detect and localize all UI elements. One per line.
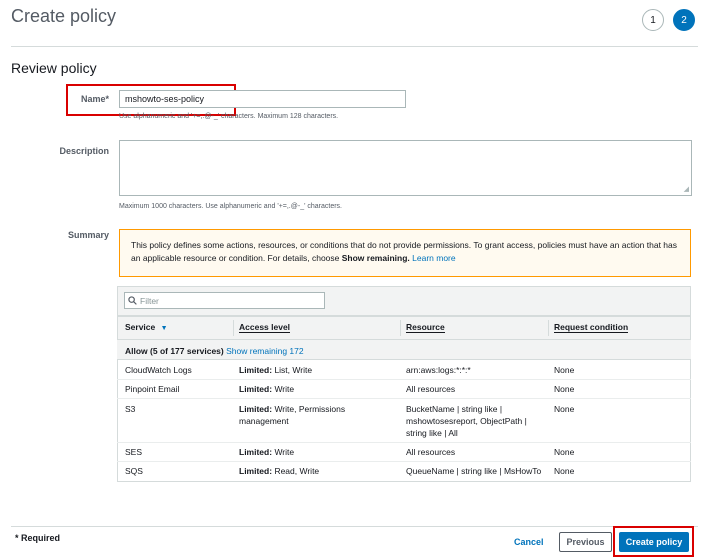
- description-label: Description: [59, 146, 109, 156]
- row-divider: [117, 442, 691, 443]
- section-title: Review policy: [11, 60, 97, 76]
- warning-notice: This policy defines some actions, resour…: [119, 229, 691, 277]
- step-1-indicator: 1: [642, 9, 664, 31]
- allow-group-label: Allow (5 of 177 services) Show remaining…: [125, 346, 304, 356]
- column-header-request-condition[interactable]: Request condition: [554, 322, 629, 333]
- name-hint: Use alphanumeric and '+=,.@-_' character…: [119, 113, 339, 120]
- condition-cell: None: [554, 365, 575, 375]
- column-header-service[interactable]: Service ▼: [125, 322, 168, 332]
- search-icon: [128, 296, 137, 305]
- filter-input[interactable]: Filter: [124, 292, 325, 309]
- resource-cell: BucketName | string like | mshowtosesrep…: [406, 404, 527, 438]
- service-link-s3[interactable]: S3: [125, 403, 135, 415]
- column-separator: [400, 320, 401, 336]
- filter-placeholder: Filter: [140, 295, 159, 306]
- column-header-access-level[interactable]: Access level: [239, 322, 291, 333]
- row-divider: [117, 461, 691, 462]
- condition-cell: None: [554, 447, 575, 457]
- access-level-cell: Limited: Write, Permissions management: [239, 404, 346, 426]
- notice-bold: Show remaining.: [341, 253, 410, 263]
- cancel-button[interactable]: Cancel: [514, 537, 544, 547]
- row-divider: [117, 398, 691, 399]
- column-separator: [233, 320, 234, 336]
- required-note: * Required: [15, 533, 61, 543]
- condition-cell: None: [554, 404, 575, 414]
- resource-cell: All resources: [406, 447, 456, 457]
- access-level-cell: Limited: Read, Write: [239, 466, 320, 476]
- access-level-cell: Limited: Write: [239, 384, 295, 394]
- service-link-pinpoint-email[interactable]: Pinpoint Email: [125, 383, 179, 395]
- resource-cell: All resources: [406, 384, 456, 394]
- resize-grip-icon[interactable]: ◢: [684, 185, 689, 193]
- header-divider: [11, 46, 698, 47]
- create-policy-button[interactable]: Create policy: [619, 532, 689, 552]
- previous-button[interactable]: Previous: [559, 532, 612, 552]
- name-label: Name*: [80, 94, 109, 104]
- condition-cell: None: [554, 384, 575, 394]
- access-level-cell: Limited: List, Write: [239, 365, 313, 375]
- learn-more-link[interactable]: Learn more: [412, 253, 455, 263]
- access-level-cell: Limited: Write: [239, 447, 295, 457]
- resource-cell: QueueName | string like | MsHowTo: [406, 466, 542, 476]
- summary-label: Summary: [67, 230, 109, 240]
- column-separator: [548, 320, 549, 336]
- column-header-resource[interactable]: Resource: [406, 322, 445, 333]
- sort-down-icon: ▼: [160, 325, 168, 332]
- service-link-sqs[interactable]: SQS: [125, 465, 143, 477]
- name-input[interactable]: mshowto-ses-policy: [119, 90, 406, 108]
- show-remaining-link[interactable]: Show remaining 172: [226, 346, 304, 356]
- service-link-ses[interactable]: SES: [125, 446, 142, 458]
- page-title: Create policy: [11, 6, 117, 26]
- step-2-indicator: 2: [673, 9, 695, 31]
- service-link-cloudwatch-logs[interactable]: CloudWatch Logs: [125, 364, 192, 376]
- condition-cell: None: [554, 466, 575, 476]
- row-divider: [117, 379, 691, 380]
- description-textarea[interactable]: ◢: [119, 140, 692, 196]
- description-hint: Maximum 1000 characters. Use alphanumeri…: [119, 203, 342, 210]
- resource-cell: arn:aws:logs:*:*:*: [406, 365, 471, 375]
